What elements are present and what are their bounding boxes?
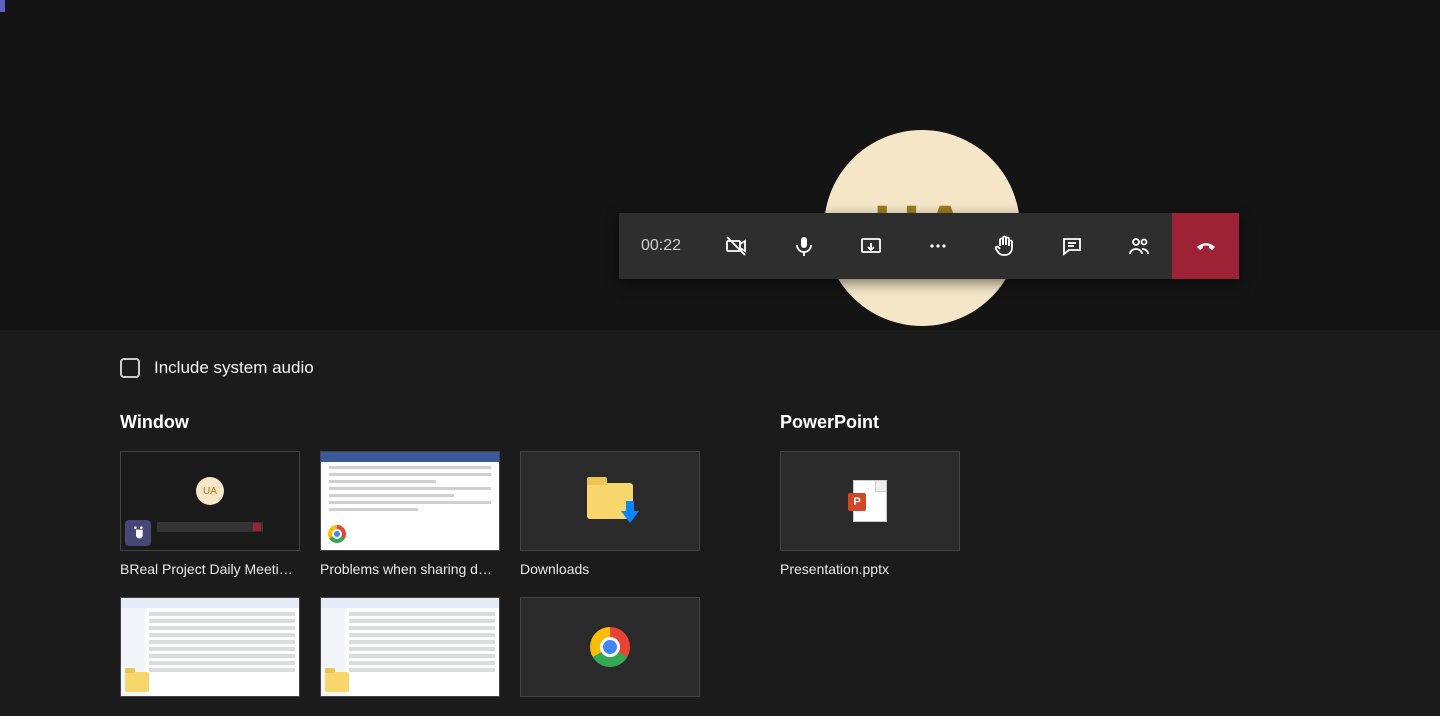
teams-app-icon: [125, 520, 151, 546]
camera-toggle-button[interactable]: [703, 213, 770, 279]
powerpoint-section-title: PowerPoint: [780, 412, 960, 433]
window-thumb-chrome-blank[interactable]: [520, 597, 700, 707]
call-timer: 00:22: [619, 213, 703, 279]
mic-toggle-button[interactable]: [770, 213, 837, 279]
powerpoint-thumb-label: Presentation.pptx: [780, 561, 960, 577]
more-actions-button[interactable]: [904, 213, 971, 279]
chat-button[interactable]: [1038, 213, 1105, 279]
call-stage: UA 00:22: [0, 0, 1440, 330]
window-thumbnails: UA BReal Project Daily Meeti… Problems w…: [120, 451, 720, 707]
share-panel: Include system audio Window UA BReal Pro…: [0, 330, 1440, 716]
include-system-audio-checkbox[interactable]: [120, 358, 140, 378]
folder-app-icon: [325, 672, 349, 692]
chat-icon: [1060, 234, 1084, 258]
people-icon: [1127, 234, 1151, 258]
participants-button[interactable]: [1105, 213, 1172, 279]
hangup-icon: [1194, 234, 1218, 258]
call-toolbar: 00:22: [619, 213, 1239, 279]
folder-app-icon: [125, 672, 149, 692]
include-system-audio-row[interactable]: Include system audio: [120, 358, 1320, 378]
downloads-folder-icon: [587, 483, 633, 519]
window-thumb-downloads[interactable]: Downloads: [520, 451, 700, 577]
window-thumb-explorer-2[interactable]: [320, 597, 500, 707]
chrome-icon: [590, 627, 630, 667]
share-button[interactable]: [837, 213, 904, 279]
camera-off-icon: [725, 234, 749, 258]
window-thumb-label: Downloads: [520, 561, 700, 577]
share-tray-icon: [859, 234, 883, 258]
window-section: Window UA BReal Project Daily Meeti… Pro…: [120, 412, 720, 707]
powerpoint-file-icon: P: [853, 480, 887, 522]
window-section-title: Window: [120, 412, 720, 433]
app-rail-hint: [0, 0, 5, 12]
hangup-button[interactable]: [1172, 213, 1239, 279]
chrome-app-icon: [325, 522, 349, 546]
powerpoint-section: PowerPoint P Presentation.pptx: [780, 412, 960, 707]
powerpoint-thumb[interactable]: P Presentation.pptx: [780, 451, 960, 577]
raise-hand-button[interactable]: [971, 213, 1038, 279]
window-thumb-teams[interactable]: UA BReal Project Daily Meeti…: [120, 451, 300, 577]
window-thumb-explorer-1[interactable]: [120, 597, 300, 707]
window-thumb-chrome-page[interactable]: Problems when sharing d…: [320, 451, 500, 577]
microphone-icon: [792, 234, 816, 258]
window-thumb-label: BReal Project Daily Meeti…: [120, 561, 300, 577]
window-thumb-label: Problems when sharing d…: [320, 561, 500, 577]
include-system-audio-label: Include system audio: [154, 358, 314, 378]
ellipsis-icon: [926, 234, 950, 258]
hand-icon: [993, 234, 1017, 258]
